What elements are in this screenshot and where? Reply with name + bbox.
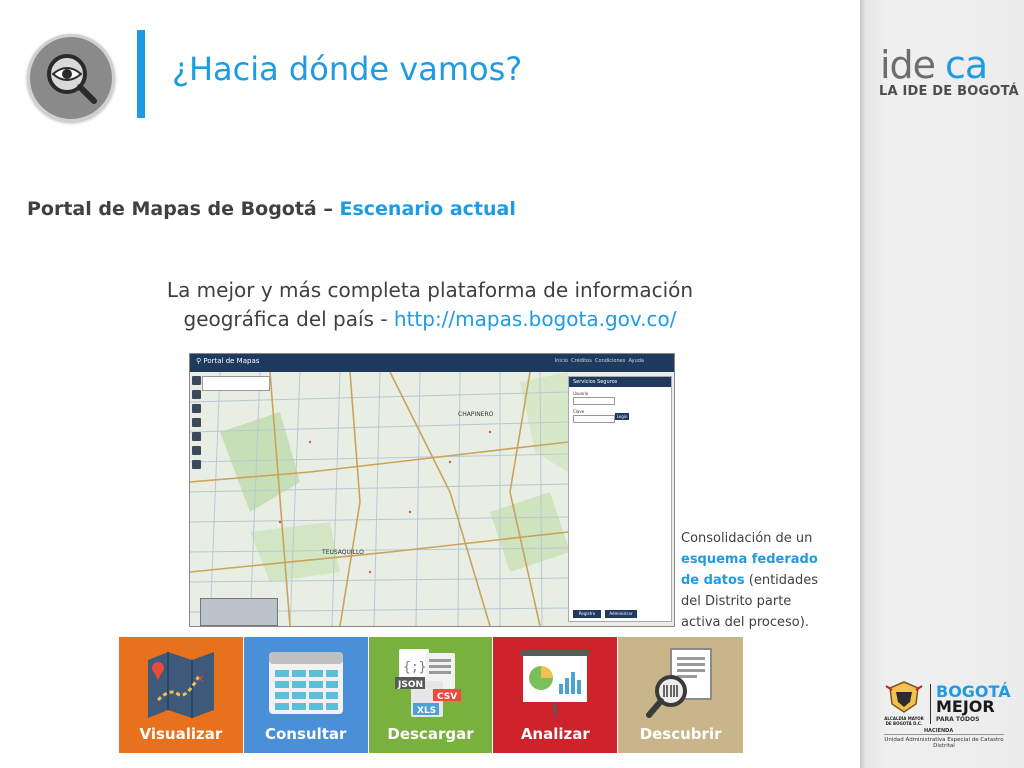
secure-services-panel: Servicios Seguros Usuario Clave Login Re… (568, 376, 672, 622)
overview-minimap[interactable] (200, 598, 278, 626)
slide-main: ¿Hacia dónde vamos? Portal de Mapas de B… (0, 0, 860, 768)
eye-magnifier-icon (47, 54, 97, 104)
tagline: La mejor y más completa plataforma de in… (140, 276, 720, 334)
zoom-out-icon[interactable] (192, 390, 201, 399)
eye-magnifier-badge (27, 34, 115, 122)
section-subtitle: Portal de Mapas de Bogotá – Escenario ac… (27, 198, 516, 220)
map-nav-item[interactable]: Ayuda (629, 358, 644, 364)
map-nav-item[interactable]: Condiciones (595, 358, 625, 364)
federated-data-caption: Consolidación de un esquema federado de … (681, 528, 831, 633)
map-nav-item[interactable]: Inicio (555, 358, 568, 364)
username-field[interactable] (573, 397, 615, 405)
map-label-chapinero: CHAPINERO (458, 411, 494, 418)
tile-analizar[interactable]: Analizar (493, 637, 619, 753)
tile-descubrir[interactable]: Descubrir (618, 637, 743, 753)
mejor-word: MEJOR (936, 697, 995, 716)
catastro-unit-text: Unidad Administrativa Especial de Catast… (884, 734, 1004, 749)
grid-icon[interactable] (192, 446, 201, 455)
register-button[interactable]: Registro (573, 610, 601, 618)
svg-text:{;}: {;} (403, 660, 426, 675)
svg-text:ide: ide (880, 44, 935, 87)
share-icon[interactable] (192, 432, 201, 441)
ideca-tagline: LA IDE DE BOGOTÁ (879, 84, 1019, 99)
csv-format-label: CSV (437, 692, 457, 702)
tile-label: Analizar (520, 725, 590, 743)
bogota-mejor-logo: BOGOTÁ MEJOR (936, 684, 1011, 716)
map-portal-logo: ⚲ Portal de Mapas (196, 357, 259, 365)
tagline-line-2-text: geográfica del país - (183, 307, 394, 331)
subtitle-highlight: Escenario actual (339, 198, 516, 220)
map-nav-menu: Inicio Créditos Condiciones Ayuda (555, 358, 644, 364)
map-toolbar (192, 376, 202, 616)
tile-label: Consultar (264, 725, 347, 743)
tile-consultar[interactable]: Consultar (243, 637, 369, 753)
magnifier-document-icon (645, 648, 712, 718)
admin-button[interactable]: Administrar (605, 610, 637, 618)
tagline-line-1: La mejor y más completa plataforma de in… (166, 278, 694, 302)
panel-title: Servicios Seguros (569, 377, 671, 387)
table-icon (268, 652, 343, 714)
svg-text:ca: ca (945, 44, 987, 87)
title-accent-bar (137, 30, 145, 118)
map-logo-line-1: Portal de Mapas (203, 357, 260, 365)
map-header-bar: ⚲ Portal de Mapas Inicio Créditos Condic… (190, 354, 674, 372)
tile-label: Descubrir (639, 725, 722, 743)
map-nav-item[interactable]: Créditos (571, 358, 592, 364)
location-icon[interactable] (192, 460, 201, 469)
analytics-board-icon (521, 650, 590, 716)
xls-format-label: XLS (417, 706, 436, 716)
para-todos-text: PARA TODOS (936, 716, 980, 723)
login-button[interactable]: Login (615, 413, 629, 420)
map-label-teusaquillo: TEUSAQUILLO (321, 549, 364, 556)
portal-link[interactable]: http://mapas.bogota.gov.co/ (394, 307, 677, 331)
username-label: Usuario (573, 391, 589, 396)
tile-label: Descargar (387, 725, 474, 743)
action-tiles: ✕ Visualizar Consultar {;} JSON CSV XLS … (119, 637, 743, 753)
json-format-label: JSON (397, 680, 423, 690)
bogota-coat-of-arms-icon (885, 681, 923, 713)
zoom-in-icon[interactable] (192, 376, 201, 385)
svg-text:✕: ✕ (196, 674, 204, 685)
home-icon[interactable] (192, 404, 201, 413)
mayor-office-text: ALCALDÍA MAYOR DE BOGOTÁ D.C. (884, 716, 924, 726)
bogota-branding: ALCALDÍA MAYOR DE BOGOTÁ D.C. BOGOTÁ MEJ… (884, 680, 1011, 750)
tile-label: Visualizar (139, 725, 223, 743)
caption-text-1: Consolidación de un (681, 531, 813, 546)
tile-descargar[interactable]: {;} JSON CSV XLS Descargar (368, 637, 494, 753)
branding-sidebar (860, 0, 1024, 768)
map-portal-screenshot: ⚲ Portal de Mapas Inicio Créditos Condic… (189, 353, 675, 627)
divider (930, 684, 931, 724)
page-title: ¿Hacia dónde vamos? (172, 50, 523, 88)
data-files-icon: {;} JSON CSV XLS (395, 649, 462, 717)
tile-visualizar[interactable]: ✕ Visualizar (119, 637, 244, 753)
password-field[interactable] (573, 415, 615, 423)
map-logo-pin-icon: ⚲ (196, 357, 202, 365)
layers-icon[interactable] (192, 418, 201, 427)
folded-map-icon: ✕ (147, 652, 214, 718)
map-search-box[interactable] (202, 376, 270, 391)
tagline-line-2: geográfica del país - http://mapas.bogot… (140, 305, 720, 334)
subtitle-text: Portal de Mapas de Bogotá – (27, 198, 340, 220)
